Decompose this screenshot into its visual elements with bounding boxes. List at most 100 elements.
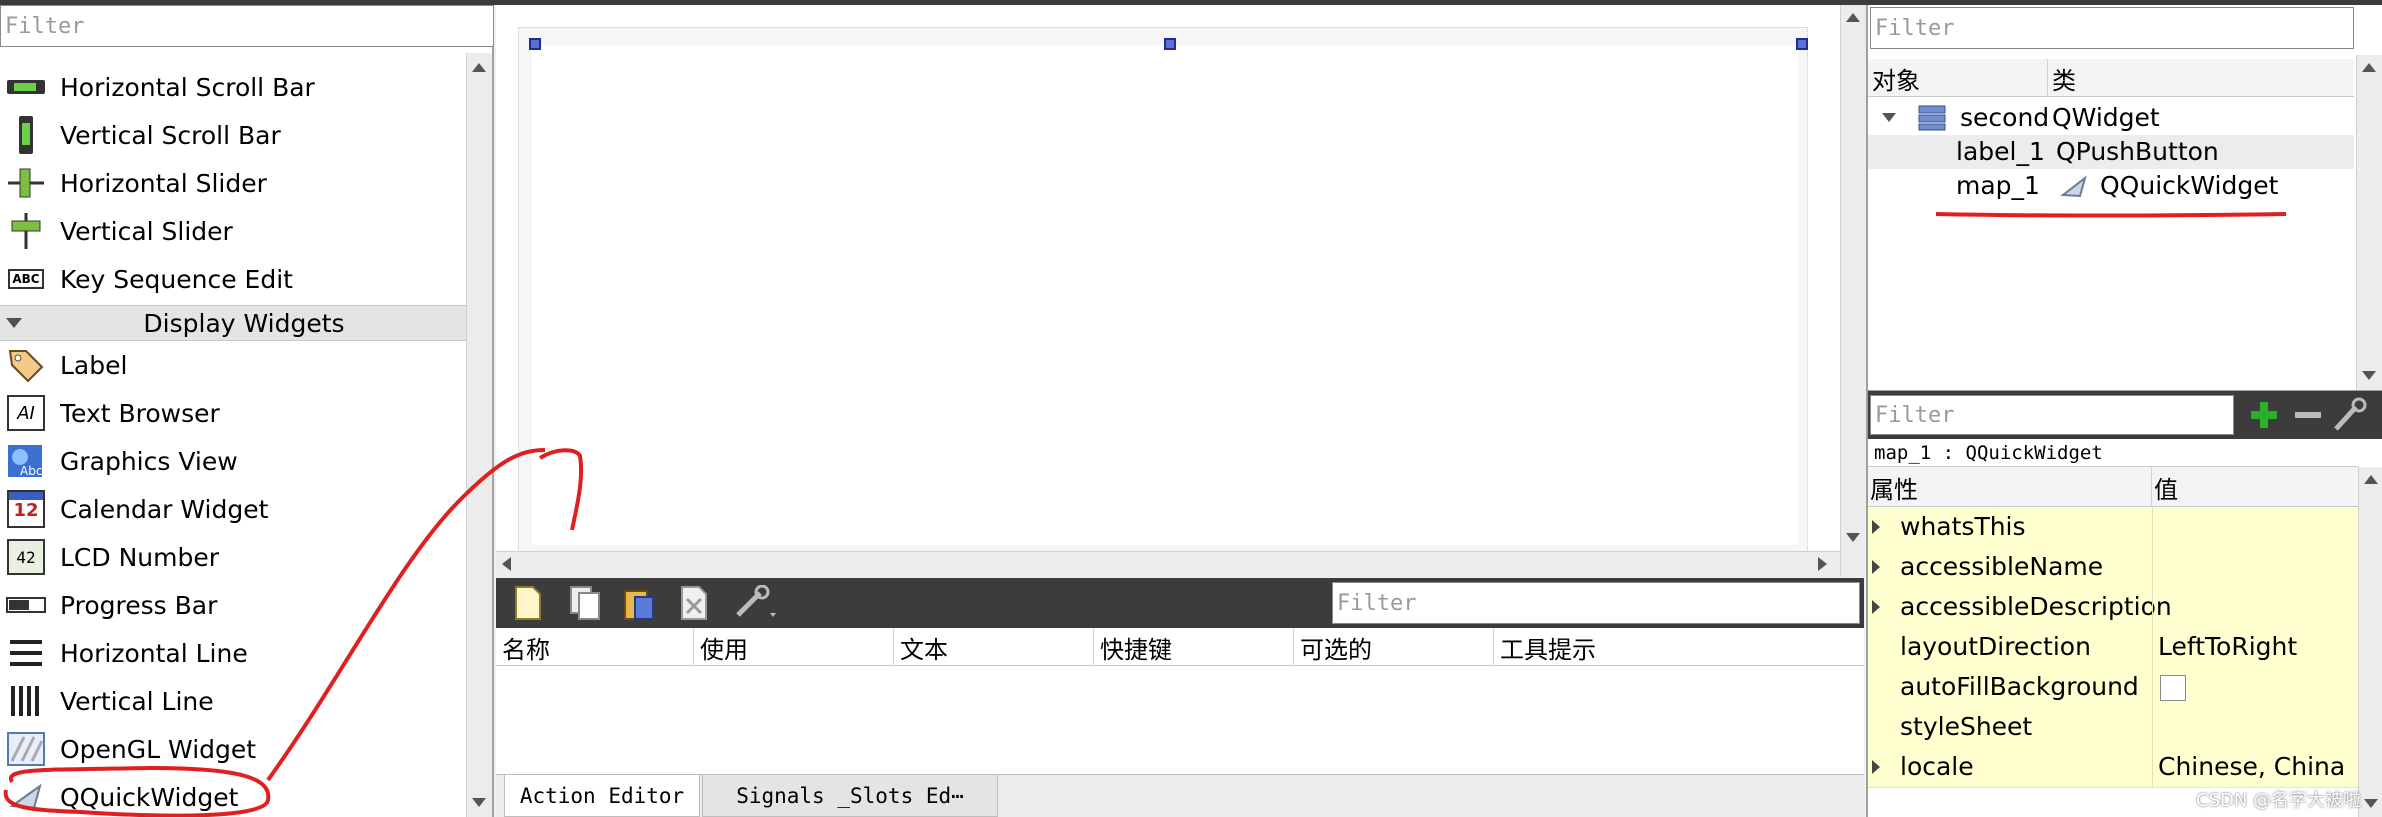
column-header-name[interactable]: 名称 bbox=[496, 628, 694, 666]
canvas-vertical-scrollbar[interactable] bbox=[1840, 5, 1866, 577]
column-header-tooltip[interactable]: 工具提示 bbox=[1494, 628, 1864, 666]
add-property-button[interactable] bbox=[2244, 395, 2284, 435]
scroll-up-icon[interactable] bbox=[472, 63, 486, 72]
autofill-checkbox[interactable] bbox=[2160, 675, 2186, 701]
category-display-widgets[interactable]: Display Widgets bbox=[0, 305, 466, 341]
delete-action-button[interactable] bbox=[674, 583, 714, 623]
column-header-checkable[interactable]: 可选的 bbox=[1294, 628, 1494, 666]
property-table-header: 属性 值 bbox=[1868, 467, 2358, 507]
widget-item-vertical-scroll-bar[interactable]: Vertical Scroll Bar bbox=[0, 111, 466, 159]
widget-item-label: QQuickWidget bbox=[60, 782, 239, 812]
selection-handle[interactable] bbox=[1164, 38, 1176, 50]
category-label: Display Widgets bbox=[143, 308, 345, 338]
remove-property-button[interactable] bbox=[2288, 395, 2328, 435]
expand-arrow-icon[interactable] bbox=[1872, 760, 1880, 774]
column-divider bbox=[2152, 587, 2153, 627]
form-canvas[interactable] bbox=[496, 5, 1866, 577]
vertical-scrollbar-icon bbox=[4, 115, 48, 155]
canvas-horizontal-scrollbar[interactable] bbox=[496, 551, 1840, 577]
object-row-second[interactable]: second QWidget bbox=[1868, 101, 2354, 135]
expand-arrow-icon[interactable] bbox=[1872, 560, 1880, 574]
widget-item-horizontal-line[interactable]: Horizontal Line bbox=[0, 629, 466, 677]
column-header-value[interactable]: 值 bbox=[2152, 467, 2358, 507]
column-header-object[interactable]: 对象 bbox=[1868, 59, 2048, 97]
widget-item-progress-bar[interactable]: Progress Bar bbox=[0, 581, 466, 629]
widget-item-horizontal-scroll-bar[interactable]: Horizontal Scroll Bar bbox=[0, 63, 466, 111]
scroll-left-icon[interactable] bbox=[502, 557, 511, 571]
property-row-stylesheet[interactable]: styleSheet bbox=[1868, 707, 2358, 748]
column-header-property[interactable]: 属性 bbox=[1868, 467, 2152, 507]
property-row-accessiblename[interactable]: accessibleName bbox=[1868, 547, 2358, 588]
property-row-whatsthis[interactable]: whatsThis bbox=[1868, 507, 2358, 548]
form-content-area[interactable] bbox=[532, 45, 1798, 545]
scroll-up-icon[interactable] bbox=[2364, 475, 2378, 484]
column-divider bbox=[2152, 627, 2153, 667]
object-name: label_1 bbox=[1956, 137, 2045, 166]
scroll-right-icon[interactable] bbox=[1818, 557, 1827, 571]
object-inspector-scrollbar[interactable] bbox=[2356, 55, 2382, 390]
scroll-down-icon[interactable] bbox=[2364, 799, 2378, 808]
object-row-label-1[interactable]: label_1 QPushButton bbox=[1868, 135, 2354, 169]
widget-item-qquickwidget[interactable]: QQuickWidget bbox=[0, 773, 466, 817]
widget-item-label: LCD Number bbox=[60, 542, 220, 572]
object-filter-input[interactable]: Filter bbox=[1870, 7, 2354, 49]
widget-item-calendar-widget[interactable]: 12 Calendar Widget bbox=[0, 485, 466, 533]
widget-item-lcd-number[interactable]: 42 LCD Number bbox=[0, 533, 466, 581]
widget-item-horizontal-slider[interactable]: Horizontal Slider bbox=[0, 159, 466, 207]
expand-arrow-icon[interactable] bbox=[1882, 113, 1896, 122]
object-class: QPushButton bbox=[2056, 137, 2219, 166]
property-editor: Filter map_1 : QQuickWidget 属性 值 whatsTh… bbox=[1866, 390, 2382, 817]
calendar-glyph: 12 bbox=[13, 500, 39, 521]
horizontal-slider-icon bbox=[4, 163, 48, 203]
selection-handle[interactable] bbox=[1796, 38, 1808, 50]
vertical-line-icon bbox=[4, 681, 48, 721]
property-row-accessibledescription[interactable]: accessibleDescription bbox=[1868, 587, 2358, 628]
object-name: map_1 bbox=[1956, 171, 2040, 200]
scroll-down-icon[interactable] bbox=[1846, 533, 1860, 542]
property-value[interactable]: Chinese, China bbox=[2158, 752, 2345, 781]
column-header-shortcut[interactable]: 快捷键 bbox=[1094, 628, 1294, 666]
column-header-used[interactable]: 使用 bbox=[694, 628, 894, 666]
property-value[interactable]: LeftToRight bbox=[2158, 632, 2297, 661]
column-divider bbox=[2152, 667, 2153, 707]
expand-arrow-icon[interactable] bbox=[1872, 600, 1880, 614]
widget-item-vertical-slider[interactable]: Vertical Slider bbox=[0, 207, 466, 255]
property-name: whatsThis bbox=[1900, 512, 2026, 541]
column-header-class[interactable]: 类 bbox=[2048, 59, 2354, 97]
widget-item-label: Graphics View bbox=[60, 446, 238, 476]
lcd-number-icon: 42 bbox=[4, 537, 48, 577]
scroll-down-icon[interactable] bbox=[472, 798, 486, 807]
widget-item-key-sequence-edit[interactable]: ABC Key Sequence Edit bbox=[0, 255, 466, 303]
configure-property-button[interactable] bbox=[2332, 395, 2372, 435]
action-table-body[interactable] bbox=[496, 666, 1864, 774]
scroll-up-icon[interactable] bbox=[2362, 63, 2376, 72]
property-name: accessibleDescription bbox=[1900, 592, 2172, 621]
widget-box-scrollbar[interactable] bbox=[466, 53, 492, 817]
expand-arrow-icon[interactable] bbox=[1872, 520, 1880, 534]
copy-action-button[interactable] bbox=[566, 583, 606, 623]
configure-action-button[interactable] bbox=[730, 583, 782, 623]
property-row-layoutdirection[interactable]: layoutDirection LeftToRight bbox=[1868, 627, 2358, 668]
property-row-autofillbackground[interactable]: autoFillBackground bbox=[1868, 667, 2358, 708]
scroll-up-icon[interactable] bbox=[1846, 13, 1860, 22]
widget-item-label: Horizontal Scroll Bar bbox=[60, 72, 315, 102]
selection-handle[interactable] bbox=[529, 38, 541, 50]
property-editor-scrollbar[interactable] bbox=[2358, 467, 2382, 817]
paste-action-button[interactable] bbox=[620, 583, 660, 623]
tab-signals-slots-editor[interactable]: Signals _Slots Ed⋯ bbox=[702, 775, 998, 817]
widget-item-graphics-view[interactable]: Abc Graphics View bbox=[0, 437, 466, 485]
widget-item-label[interactable]: Label bbox=[0, 341, 466, 389]
property-row-locale[interactable]: locale Chinese, China bbox=[1868, 747, 2358, 788]
action-filter-input[interactable]: Filter bbox=[1332, 582, 1860, 624]
key-sequence-icon: ABC bbox=[4, 259, 48, 299]
widget-item-vertical-line[interactable]: Vertical Line bbox=[0, 677, 466, 725]
tab-action-editor[interactable]: Action Editor bbox=[504, 775, 700, 817]
widget-filter-input[interactable]: Filter bbox=[0, 5, 494, 47]
widget-item-text-browser[interactable]: AI Text Browser bbox=[0, 389, 466, 437]
property-filter-input[interactable]: Filter bbox=[1870, 395, 2234, 435]
widget-item-opengl-widget[interactable]: OpenGL Widget bbox=[0, 725, 466, 773]
scroll-down-icon[interactable] bbox=[2362, 371, 2376, 380]
object-row-map-1[interactable]: map_1 QQuickWidget bbox=[1868, 169, 2354, 203]
new-action-button[interactable] bbox=[508, 583, 548, 623]
column-header-text[interactable]: 文本 bbox=[894, 628, 1094, 666]
